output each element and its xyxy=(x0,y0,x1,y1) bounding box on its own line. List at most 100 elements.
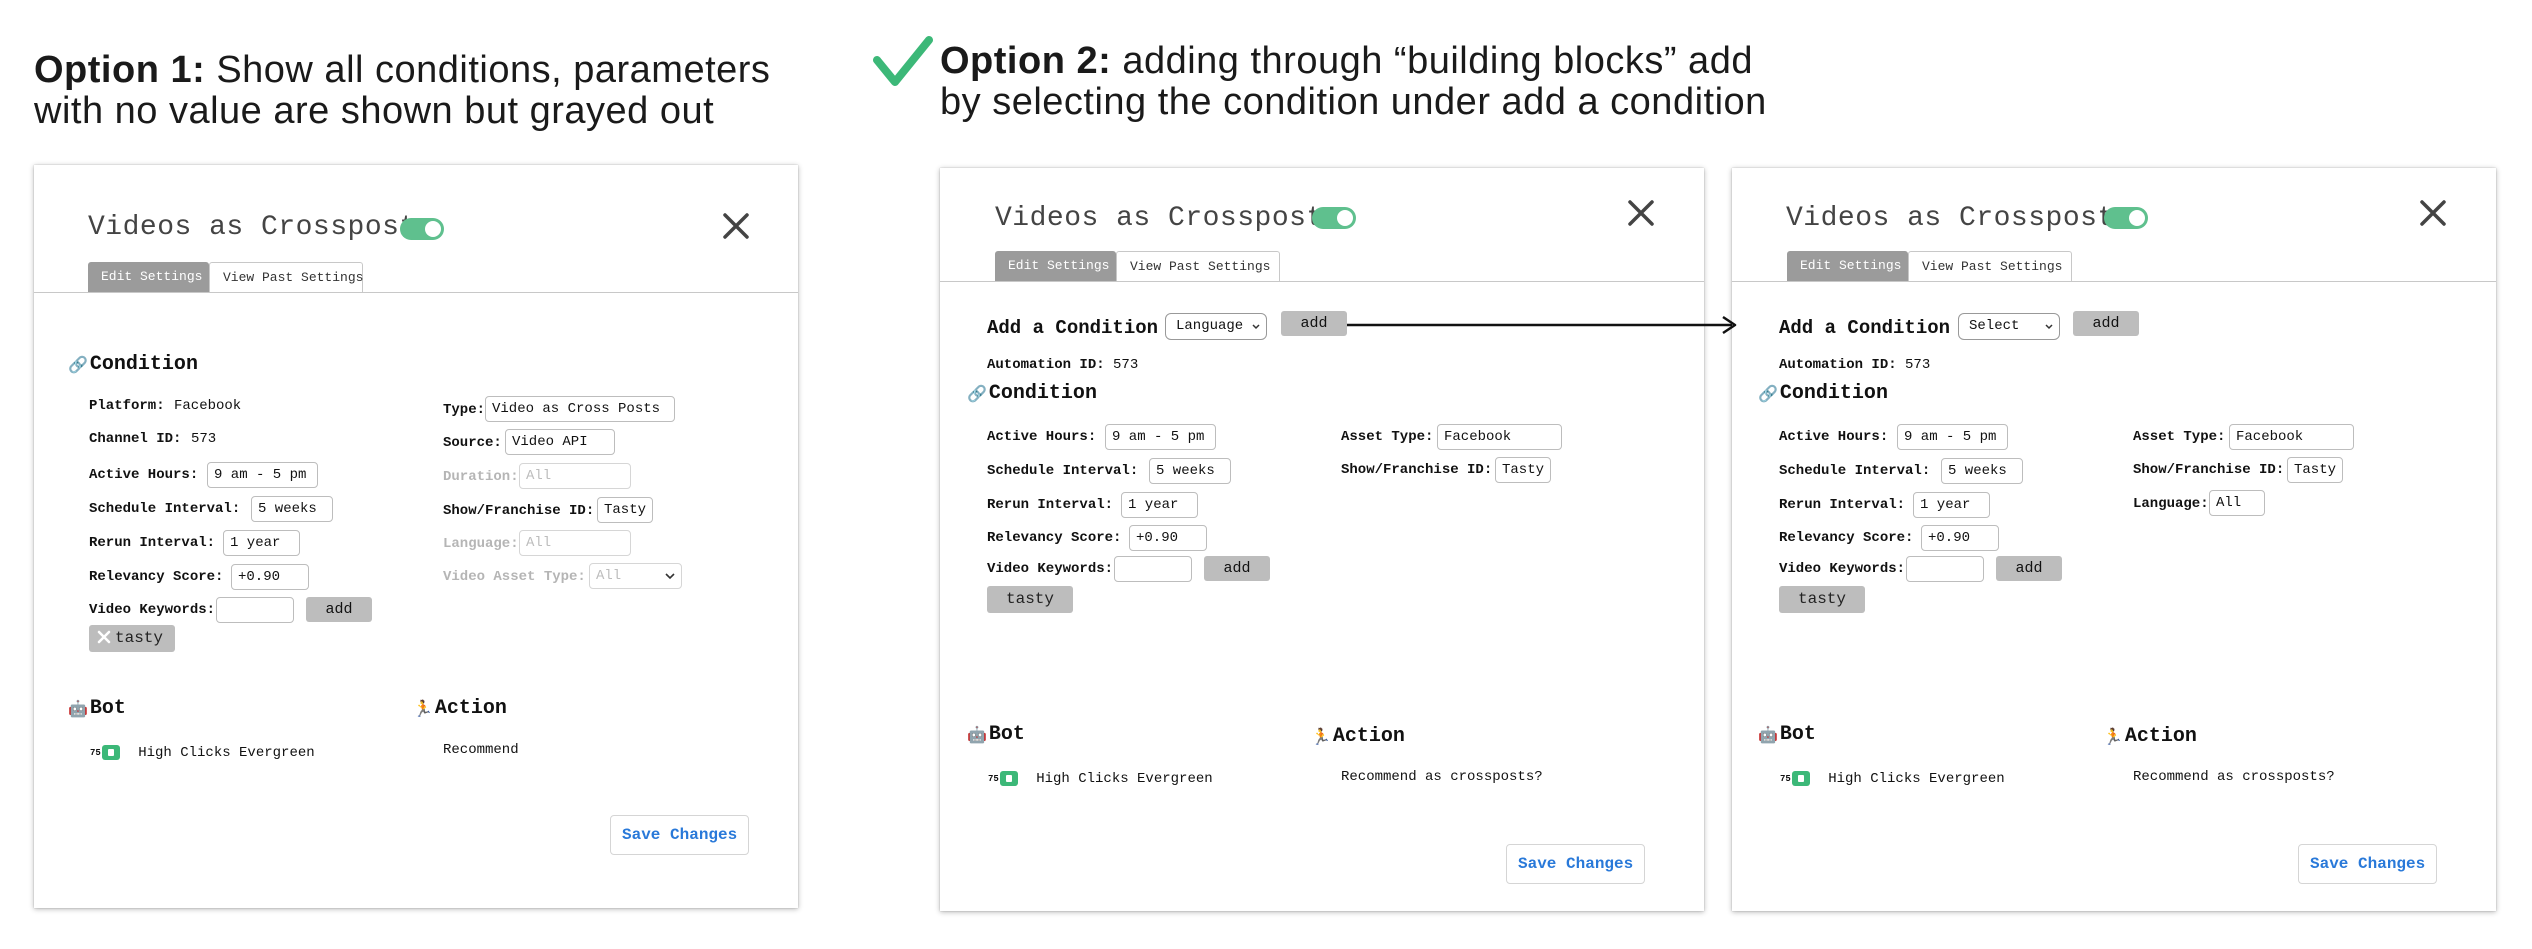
keyword-tag[interactable]: tasty xyxy=(89,625,175,652)
video-keywords-input[interactable] xyxy=(1906,556,1984,582)
save-changes-button[interactable]: Save Changes xyxy=(2298,844,2438,884)
link-icon: 🔗 xyxy=(68,356,88,375)
automation-id-label: Automation ID: 573 xyxy=(987,357,1139,373)
asset-type-label: Asset Type: xyxy=(2133,429,2226,445)
relevancy-score-field[interactable]: +0.90 xyxy=(1921,525,1999,551)
source-field[interactable]: Video API xyxy=(505,429,615,455)
add-keyword-button[interactable]: add xyxy=(1996,556,2062,581)
tab-view-past-settings[interactable]: View Past Settings xyxy=(1908,251,2072,281)
robot-icon: 🤖 xyxy=(967,726,987,745)
close-icon[interactable] xyxy=(1626,198,1656,228)
schedule-interval-field[interactable]: 5 weeks xyxy=(251,496,333,522)
action-title: Action xyxy=(2124,725,2197,748)
tab-view-past-settings[interactable]: View Past Settings xyxy=(209,262,363,292)
rerun-interval-field[interactable]: 1 year xyxy=(1913,492,1990,518)
condition-title: Condition xyxy=(1779,382,1888,405)
save-changes-button[interactable]: Save Changes xyxy=(1506,844,1646,884)
add-condition-label: Add a Condition xyxy=(1779,317,1951,339)
video-keywords-input[interactable] xyxy=(216,597,294,623)
add-condition-button[interactable]: add xyxy=(2073,311,2139,336)
video-keywords-input[interactable] xyxy=(1114,556,1192,582)
condition-select[interactable]: Language xyxy=(1165,313,1267,340)
bot-heading: 🤖 Bot xyxy=(68,697,126,720)
action-value: Recommend xyxy=(443,742,519,758)
type-field[interactable]: Video as Cross Posts xyxy=(485,396,675,422)
settings-dialog-option-1: Videos as Crossposts Edit Settings View … xyxy=(34,165,798,908)
video-asset-type-value: All xyxy=(596,568,622,584)
add-condition-button[interactable]: add xyxy=(1281,311,1347,336)
enable-toggle[interactable] xyxy=(1312,207,1356,229)
active-hours-label: Active Hours: xyxy=(987,429,1097,445)
enable-toggle[interactable] xyxy=(2104,207,2148,229)
action-heading: 🏃 Action xyxy=(2103,725,2197,748)
asset-type-field[interactable]: Facebook xyxy=(1437,424,1562,450)
relevancy-score-field[interactable]: +0.90 xyxy=(231,564,309,590)
keyword-tag[interactable]: tasty xyxy=(1779,586,1865,613)
language-field[interactable]: All xyxy=(519,530,631,556)
option-2-line-2: by selecting the condition under add a c… xyxy=(940,81,1767,123)
active-hours-label: Active Hours: xyxy=(1779,429,1889,445)
action-heading: 🏃 Action xyxy=(413,697,507,720)
chevron-down-icon xyxy=(665,573,675,580)
keyword-tag-label: tasty xyxy=(115,629,164,647)
rerun-interval-field[interactable]: 1 year xyxy=(1121,492,1198,518)
rerun-interval-label: Rerun Interval: xyxy=(1779,497,1906,513)
rerun-interval-field[interactable]: 1 year xyxy=(223,530,300,556)
tab-view-past-settings[interactable]: View Past Settings xyxy=(1116,251,1280,281)
action-title: Action xyxy=(1332,725,1405,748)
active-hours-field[interactable]: 9 am - 5 pm xyxy=(1105,424,1216,450)
condition-select[interactable]: Select xyxy=(1958,313,2060,340)
tab-edit-settings[interactable]: Edit Settings xyxy=(88,262,209,292)
tab-edit-settings[interactable]: Edit Settings xyxy=(1787,251,1908,281)
dialog-title: Videos as Crossposts xyxy=(1786,203,2133,234)
show-franchise-field[interactable]: Tasty xyxy=(597,497,653,523)
language-label: Language: xyxy=(443,536,519,552)
bot-title: Bot xyxy=(1779,723,1816,746)
option-1-line-2: with no value are shown but grayed out xyxy=(34,90,715,132)
tab-divider xyxy=(940,281,1704,282)
schedule-interval-field[interactable]: 5 weeks xyxy=(1149,458,1231,484)
bot-entry: 75 High Clicks Evergreen xyxy=(988,771,1213,787)
action-title: Action xyxy=(434,697,507,720)
relevancy-score-label: Relevancy Score: xyxy=(1779,530,1914,546)
add-keyword-button[interactable]: add xyxy=(306,597,372,622)
show-franchise-field[interactable]: Tasty xyxy=(2287,457,2343,483)
asset-type-label: Asset Type: xyxy=(1341,429,1434,445)
tab-edit-settings[interactable]: Edit Settings xyxy=(995,251,1116,281)
video-keywords-label: Video Keywords: xyxy=(1779,561,1906,577)
action-heading: 🏃 Action xyxy=(1311,725,1405,748)
save-changes-button[interactable]: Save Changes xyxy=(610,815,750,855)
language-label: Language: xyxy=(2133,496,2209,512)
condition-title: Condition xyxy=(988,382,1097,405)
relevancy-score-field[interactable]: +0.90 xyxy=(1129,525,1207,551)
option-2-prefix: Option 2: xyxy=(940,40,1112,82)
source-label: Source: xyxy=(443,435,502,451)
active-hours-field[interactable]: 9 am - 5 pm xyxy=(207,462,318,488)
flow-arrow xyxy=(1347,315,1737,335)
x-icon[interactable] xyxy=(97,630,111,644)
option-1-line-1: Show all conditions, parameters xyxy=(205,49,771,91)
enable-toggle[interactable] xyxy=(400,218,444,240)
language-field[interactable]: All xyxy=(2209,490,2265,516)
add-condition-label: Add a Condition xyxy=(987,317,1159,339)
video-asset-type-select[interactable]: All xyxy=(589,563,682,589)
relevancy-score-label: Relevancy Score: xyxy=(89,569,224,585)
active-hours-field[interactable]: 9 am - 5 pm xyxy=(1897,424,2008,450)
settings-dialog-option-2-language: Videos as Crossposts Edit Settings View … xyxy=(940,168,1704,911)
active-hours-label: Active Hours: xyxy=(89,467,199,483)
checkmark-icon xyxy=(873,36,933,86)
dialog-title: Videos as Crossposts xyxy=(995,203,1342,234)
show-franchise-field[interactable]: Tasty xyxy=(1495,457,1551,483)
asset-type-field[interactable]: Facebook xyxy=(2229,424,2354,450)
duration-field[interactable]: All xyxy=(519,463,631,489)
bot-score-badge: 75 xyxy=(1780,771,1810,786)
close-icon[interactable] xyxy=(721,211,751,241)
running-person-icon: 🏃 xyxy=(2103,728,2123,747)
schedule-interval-field[interactable]: 5 weeks xyxy=(1941,458,2023,484)
video-asset-type-label: Video Asset Type: xyxy=(443,569,586,585)
keyword-tag[interactable]: tasty xyxy=(987,586,1073,613)
close-icon[interactable] xyxy=(2418,198,2448,228)
chevron-down-icon xyxy=(2045,324,2053,330)
add-keyword-button[interactable]: add xyxy=(1204,556,1270,581)
action-value: Recommend as crossposts? xyxy=(2133,769,2335,785)
